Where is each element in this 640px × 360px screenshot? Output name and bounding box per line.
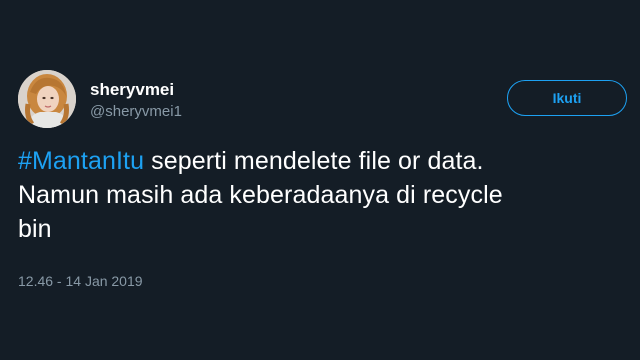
user-handle[interactable]: @sheryvmei1: [90, 102, 182, 122]
tweet-header: sheryvmei @sheryvmei1 Ikuti: [18, 70, 628, 132]
display-name[interactable]: sheryvmei: [90, 80, 182, 100]
hashtag-link[interactable]: #MantanItu: [18, 147, 144, 175]
tweet-timestamp[interactable]: 12.46 - 14 Jan 2019: [18, 272, 143, 290]
avatar[interactable]: [18, 70, 76, 128]
tweet-line-2: Namun masih ada keberadaanya di recycle: [18, 181, 503, 209]
tweet-line-1-text: seperti mendelete file or data.: [144, 147, 484, 175]
follow-button[interactable]: Ikuti: [507, 80, 627, 116]
avatar-photo-icon: [18, 70, 76, 128]
tweet-line-3: bin: [18, 215, 52, 243]
tweet-card: sheryvmei @sheryvmei1 Ikuti #MantanItu s…: [0, 0, 640, 360]
user-names: sheryvmei @sheryvmei1: [90, 80, 182, 122]
tweet-text: #MantanItu seperti mendelete file or dat…: [18, 144, 628, 246]
tweet-line-1: #MantanItu seperti mendelete file or dat…: [18, 144, 628, 178]
